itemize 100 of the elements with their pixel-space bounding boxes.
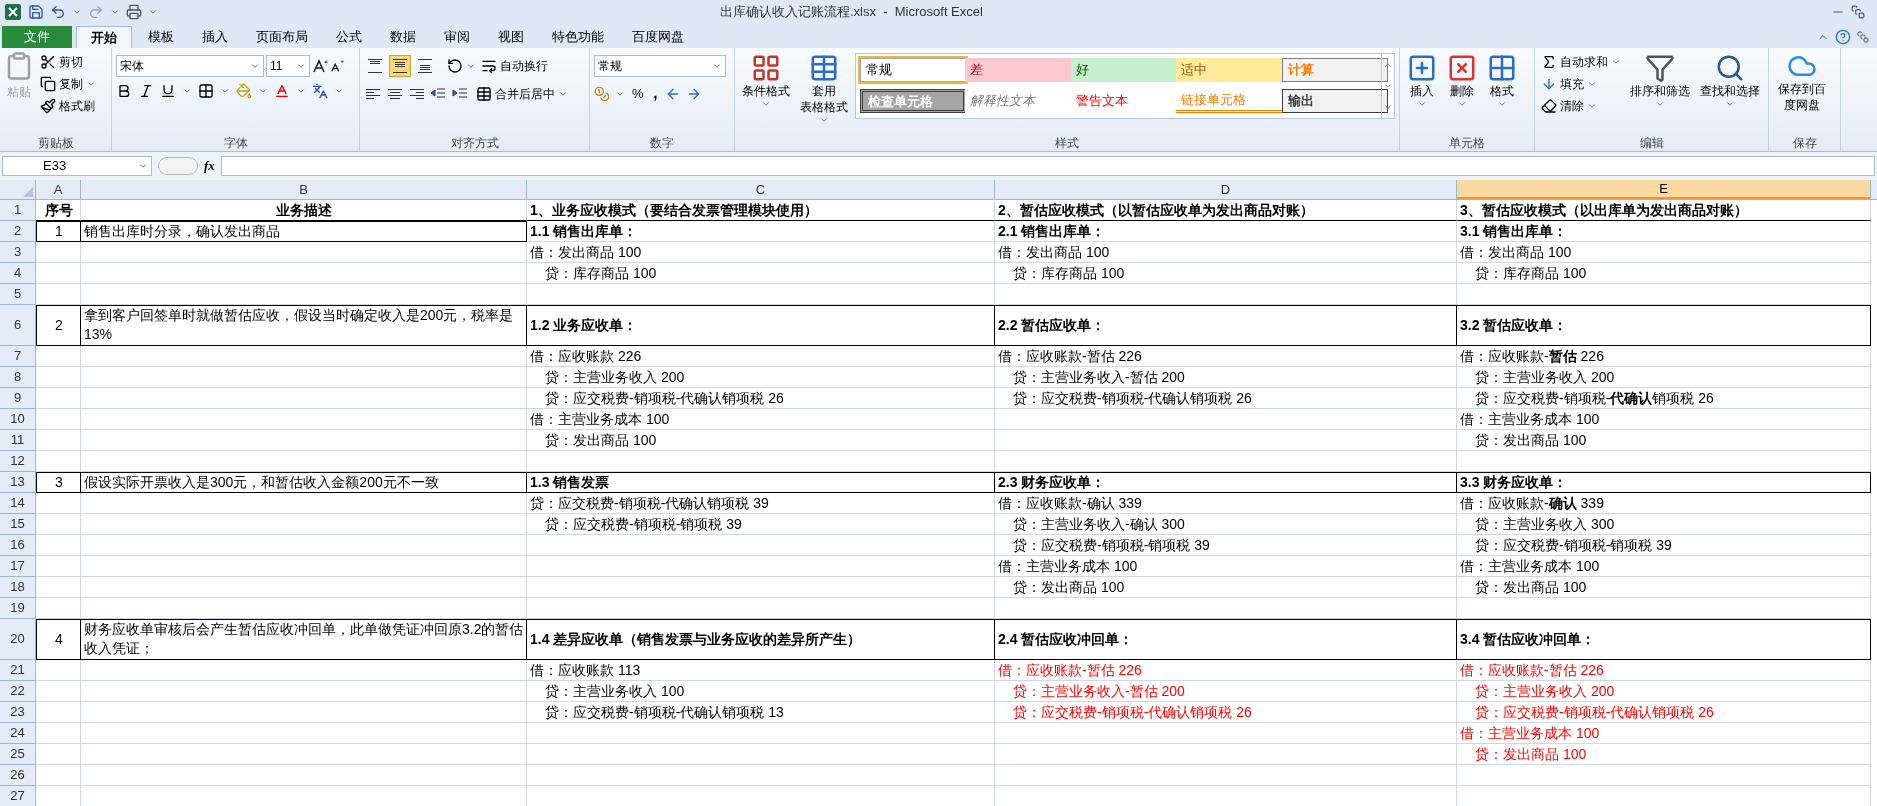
table-cell: 4 [36, 619, 81, 660]
row-header[interactable]: 5 [0, 284, 36, 305]
column-header[interactable]: A [36, 180, 81, 199]
row-header[interactable]: 27 [0, 786, 36, 806]
row-header[interactable]: 4 [0, 263, 36, 284]
insert-button[interactable]: 插入 [1404, 51, 1440, 134]
table-cell [36, 535, 81, 556]
ribbon-tab[interactable]: 视图 [486, 26, 536, 48]
format-painter-button[interactable]: 格式刷 [38, 95, 98, 117]
scroll-down-icon[interactable] [1383, 81, 1394, 91]
fill-color-icon[interactable] [236, 83, 252, 99]
restore-icon[interactable] [1851, 5, 1865, 19]
vertical-align-button[interactable] [389, 55, 411, 77]
row-header[interactable]: 23 [0, 702, 36, 723]
cut-button[interactable]: 剪切 [38, 51, 98, 73]
row-header[interactable]: 7 [0, 346, 36, 367]
row-header[interactable]: 9 [0, 388, 36, 409]
align-icon [417, 58, 433, 74]
ribbon-tab[interactable]: 数据 [378, 26, 428, 48]
font-color-icon[interactable] [274, 83, 290, 99]
row-header[interactable]: 17 [0, 556, 36, 577]
save-icon[interactable] [28, 4, 44, 20]
row-header[interactable]: 6 [0, 305, 36, 346]
table-cell [36, 493, 81, 514]
autosum-button[interactable]: 自动求和 [1539, 51, 1623, 73]
font-size-field[interactable]: 11 [266, 55, 310, 77]
table-cell: 借：应收账款 226 [527, 346, 995, 367]
fill-button[interactable]: 填充 [1539, 73, 1623, 95]
column-header[interactable]: E [1457, 180, 1871, 199]
table-format-button[interactable]: 套用 表格格式 [797, 51, 851, 134]
merge-center-button[interactable]: 合并后居中 [474, 83, 570, 105]
row-header[interactable]: 11 [0, 430, 36, 451]
row-header[interactable]: 25 [0, 744, 36, 765]
clear-button[interactable]: 清除 [1539, 95, 1623, 117]
shrink-font-icon[interactable] [330, 59, 344, 73]
bold-icon[interactable] [116, 83, 132, 99]
help-icon[interactable] [1835, 29, 1851, 45]
ribbon-tab[interactable]: 插入 [190, 26, 240, 48]
column-header[interactable]: C [527, 180, 995, 199]
delete-button[interactable]: 删除 [1444, 51, 1480, 134]
insert-function-button[interactable]: fx [204, 156, 215, 176]
ribbon-tab[interactable]: 审阅 [432, 26, 482, 48]
find-select-button[interactable]: 查找和选择 [1697, 51, 1763, 134]
phonetic-icon[interactable] [312, 83, 328, 99]
wrap-text-button[interactable]: 自动换行 [479, 55, 550, 77]
formula-field[interactable] [220, 156, 1875, 176]
row-header[interactable]: 16 [0, 535, 36, 556]
cell-style[interactable]: 差 [965, 58, 1072, 82]
font-name-field[interactable]: 宋体 [116, 55, 264, 77]
ribbon-tab[interactable]: 百度网盘 [620, 26, 696, 48]
row-header[interactable]: 18 [0, 577, 36, 598]
currency-icon[interactable] [594, 85, 610, 102]
print-preview-icon[interactable] [126, 4, 142, 20]
ribbon-tab[interactable]: 特色功能 [540, 26, 616, 48]
caret-icon [1587, 101, 1597, 111]
window-title: 出库确认收入记账流程.xlsx - Microsoft Excel [720, 3, 983, 22]
row-header[interactable]: 21 [0, 660, 36, 681]
paintbrush-icon [40, 98, 56, 114]
name-box[interactable]: E33 [2, 156, 152, 176]
row-header[interactable]: 15 [0, 514, 36, 535]
row-header[interactable]: 3 [0, 242, 36, 263]
border-icon[interactable] [198, 83, 214, 99]
sort-filter-button[interactable]: 排序和筛选 [1627, 51, 1693, 134]
ribbon-tab[interactable]: 页面布局 [244, 26, 320, 48]
format-button[interactable]: 格式 [1484, 51, 1520, 134]
row-header[interactable]: 1 [0, 200, 36, 221]
conditional-format-button[interactable]: 条件格式 [739, 51, 793, 134]
cell-style[interactable]: 常规 [860, 58, 966, 82]
excel-logo-icon[interactable] [4, 3, 22, 21]
ribbon-tab[interactable]: 开始 [76, 26, 132, 48]
underline-icon[interactable] [160, 83, 176, 99]
row-header[interactable]: 13 [0, 472, 36, 493]
cell-style[interactable]: 输出 [1281, 89, 1388, 113]
percent-button[interactable]: % [630, 83, 646, 104]
row-header[interactable]: 22 [0, 681, 36, 702]
row-header[interactable]: 24 [0, 723, 36, 744]
column-header[interactable]: B [81, 180, 527, 199]
row-header[interactable]: 19 [0, 598, 36, 619]
row-header[interactable]: 12 [0, 451, 36, 472]
copy-button[interactable]: 复制 [38, 73, 98, 95]
number-format-field[interactable]: 常规 [594, 55, 726, 77]
cell-style[interactable]: 好 [1070, 58, 1177, 82]
cell-style[interactable]: 适中 [1176, 58, 1283, 82]
comma-button[interactable]: , [650, 83, 661, 104]
italic-icon[interactable] [138, 83, 154, 99]
undo-icon[interactable] [50, 4, 66, 20]
row-header[interactable]: 10 [0, 409, 36, 430]
row-header[interactable]: 8 [0, 367, 36, 388]
save-to-cloud-button[interactable]: 保存到百度网盘 [1773, 51, 1831, 134]
restore-icon[interactable] [1857, 31, 1869, 43]
grow-font-icon[interactable] [312, 58, 328, 74]
row-header[interactable]: 26 [0, 765, 36, 786]
row-header[interactable]: 14 [0, 493, 36, 514]
orientation-icon[interactable] [447, 58, 463, 74]
table-cell: 贷：库存商品 100 [1457, 263, 1871, 284]
file-tab[interactable]: 文件 [2, 26, 72, 48]
row-header[interactable]: 2 [0, 221, 36, 242]
ribbon-tab[interactable]: 模板 [136, 26, 186, 48]
ribbon-tab[interactable]: 公式 [324, 26, 374, 48]
row-header[interactable]: 20 [0, 619, 36, 660]
